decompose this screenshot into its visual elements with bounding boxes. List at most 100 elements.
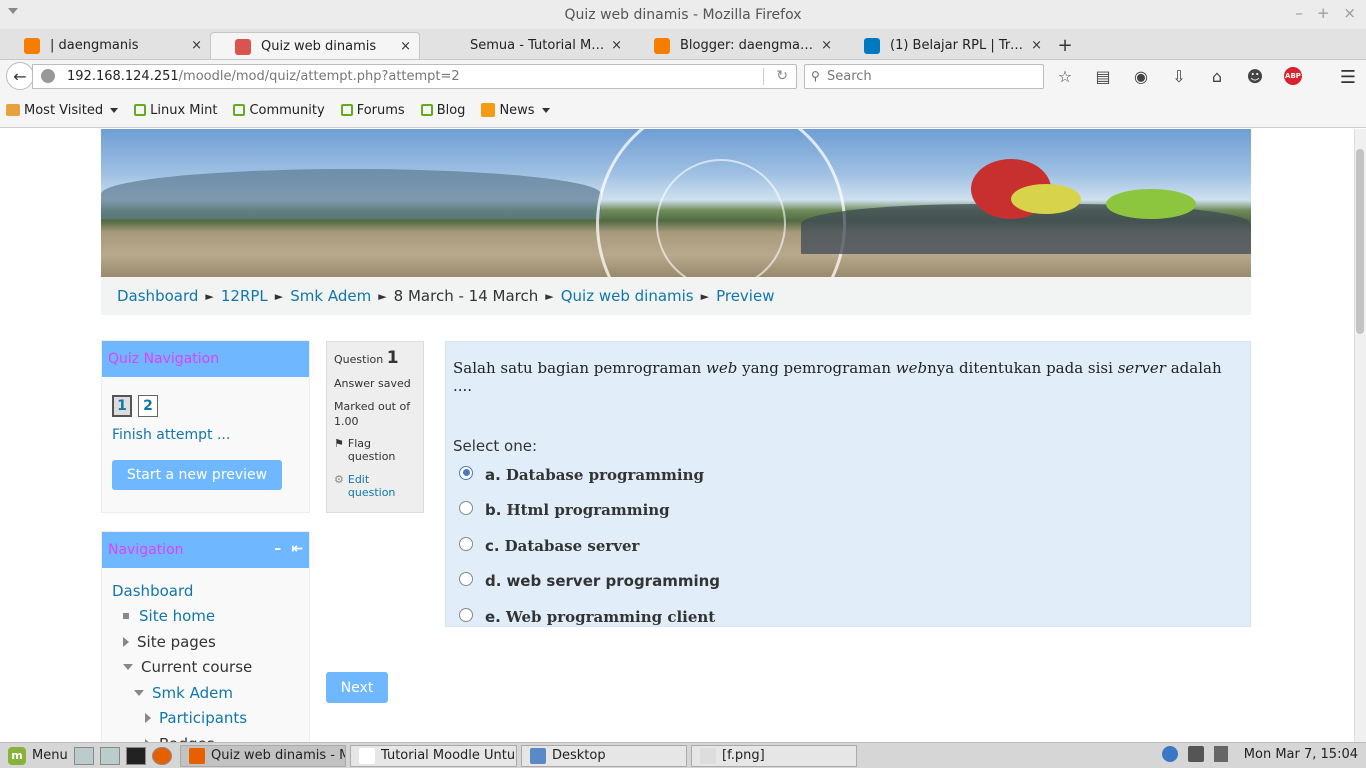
- back-button[interactable]: ←: [6, 62, 34, 90]
- maximize-button[interactable]: +: [1317, 4, 1330, 22]
- window-menu-icon[interactable]: [8, 8, 18, 14]
- answer-option[interactable]: b. Html programming: [453, 493, 1243, 529]
- dock-block-icon[interactable]: ⇤: [291, 541, 303, 557]
- minimize-button[interactable]: –: [1295, 4, 1303, 22]
- answer-radio[interactable]: [459, 572, 473, 587]
- edit-question-link[interactable]: ⚙ Edit question: [334, 473, 416, 499]
- bookmark-star-icon[interactable]: ☆: [1055, 66, 1075, 86]
- bookmark-community[interactable]: Community: [233, 103, 325, 118]
- search-input[interactable]: ⚲ Search: [804, 64, 1044, 89]
- answer-option[interactable]: d. web server programming: [453, 564, 1243, 600]
- flag-question-link[interactable]: ⚑ Flag question: [334, 437, 416, 463]
- breadcrumb-separator: ►: [378, 289, 387, 303]
- volume-icon[interactable]: [1187, 746, 1204, 762]
- taskbar-task[interactable]: Quiz web dinamis - M...: [180, 744, 346, 767]
- close-tab-icon[interactable]: ×: [611, 38, 622, 53]
- answer-option[interactable]: e. Web programming client: [453, 599, 1243, 635]
- close-tab-icon[interactable]: ×: [191, 38, 202, 53]
- breadcrumb-item[interactable]: Preview: [716, 287, 774, 305]
- question-nav-button[interactable]: 2: [138, 395, 158, 417]
- start-menu-button[interactable]: m Menu: [0, 746, 68, 765]
- answer-radio[interactable]: [459, 607, 473, 622]
- reading-list-icon[interactable]: ▤: [1093, 66, 1113, 86]
- network-icon[interactable]: [1213, 746, 1228, 762]
- collapse-icon[interactable]: [123, 664, 133, 671]
- bookmark-linux-mint[interactable]: Linux Mint: [134, 103, 217, 118]
- nav-item-site-pages[interactable]: Site pages: [112, 629, 309, 655]
- answer-letter: a.: [485, 465, 501, 484]
- answer-letter: e.: [485, 607, 501, 626]
- show-desktop-icon[interactable]: [74, 746, 94, 765]
- nav-item-current-course[interactable]: Current course: [112, 655, 309, 681]
- page-content: Dashboard ► 12RPL ► Smk Adem ► 8 March - 14 Ma…: [0, 129, 1354, 742]
- url-bar[interactable]: 192.168.124.251/moodle/mod/quiz/attempt.…: [32, 64, 797, 89]
- expand-icon[interactable]: [123, 636, 129, 647]
- tab-5[interactable]: (1) Belajar RPL | Trello ×: [840, 32, 1050, 59]
- nav-item-label[interactable]: Participants: [159, 709, 247, 727]
- answer-option[interactable]: c. Database server: [453, 528, 1243, 564]
- linux-mint-icon: m: [8, 746, 26, 765]
- finish-attempt-link[interactable]: Finish attempt ...: [112, 427, 309, 443]
- terminal-icon[interactable]: [126, 746, 146, 765]
- scrollbar-thumb[interactable]: [1356, 149, 1364, 334]
- navigation-header: Navigation – ⇤: [102, 532, 309, 568]
- firefox-launcher-icon[interactable]: [152, 746, 172, 765]
- nav-item-label[interactable]: Dashboard: [112, 582, 193, 600]
- breadcrumb-item[interactable]: Quiz web dinamis: [561, 287, 694, 305]
- taskbar-task[interactable]: Desktop: [521, 744, 687, 767]
- adblock-icon[interactable]: ABP: [1283, 66, 1303, 86]
- site-info-icon[interactable]: [41, 69, 55, 83]
- collapse-icon[interactable]: [134, 689, 144, 696]
- bookmarks-toolbar: Most Visited Linux Mint Community Forums Blo…: [0, 93, 1366, 128]
- nav-item-label[interactable]: Smk Adem: [152, 684, 233, 702]
- expand-icon[interactable]: [145, 713, 151, 724]
- menu-hamburger-icon[interactable]: ☰: [1340, 67, 1356, 88]
- close-tab-icon[interactable]: ×: [400, 39, 411, 54]
- tab-1[interactable]: | daengmanis ×: [0, 32, 210, 59]
- tab-favicon-icon: [444, 38, 460, 54]
- question-nav-button[interactable]: 1: [112, 395, 132, 417]
- reload-icon[interactable]: ↻: [776, 68, 788, 84]
- close-tab-icon[interactable]: ×: [1031, 38, 1042, 53]
- answer-option[interactable]: a. Database programming: [453, 457, 1243, 493]
- taskbar-task[interactable]: Tutorial Moodle Untu...: [350, 744, 517, 767]
- answer-radio[interactable]: [459, 465, 473, 480]
- nav-item-badges[interactable]: Badges: [112, 731, 309, 742]
- answer-radio[interactable]: [459, 501, 473, 516]
- nav-item-smk-adem[interactable]: Smk Adem: [112, 680, 309, 706]
- bookmark-blog[interactable]: Blog: [420, 103, 465, 118]
- close-window-button[interactable]: ×: [1343, 4, 1356, 22]
- update-shield-icon[interactable]: [1161, 746, 1178, 762]
- taskbar-task[interactable]: [f.png]: [691, 744, 857, 767]
- collapse-block-icon[interactable]: –: [274, 541, 281, 557]
- breadcrumb-item[interactable]: Dashboard: [117, 287, 198, 305]
- nav-item-participants[interactable]: Participants: [112, 706, 309, 732]
- clock[interactable]: Mon Mar 7, 15:04: [1244, 747, 1358, 762]
- home-icon[interactable]: ⌂: [1207, 66, 1227, 86]
- tab-2[interactable]: Quiz web dinamis ×: [210, 32, 420, 59]
- nav-item-site-home[interactable]: Site home: [112, 604, 309, 630]
- breadcrumb-item[interactable]: 12RPL: [221, 287, 268, 305]
- bookmark-forums[interactable]: Forums: [340, 103, 405, 118]
- pocket-icon[interactable]: ◉: [1131, 66, 1151, 86]
- start-new-preview-button[interactable]: Start a new preview: [112, 460, 282, 490]
- answer-radio[interactable]: [459, 536, 473, 551]
- tab-4[interactable]: Blogger: daengmanis - E...×: [630, 32, 840, 59]
- download-icon[interactable]: ⇩: [1169, 66, 1189, 86]
- file-manager-icon[interactable]: [100, 746, 120, 765]
- chat-icon[interactable]: ☻: [1245, 66, 1265, 86]
- bookmark-most-visited[interactable]: Most Visited: [6, 103, 119, 118]
- tab-3[interactable]: Semua - Tutorial Moodle Unt...×: [420, 32, 630, 59]
- breadcrumb-separator: ►: [205, 289, 214, 303]
- bookmark-news[interactable]: News: [481, 103, 550, 118]
- nav-item-dashboard[interactable]: Dashboard: [112, 578, 309, 604]
- window-title: Quiz web dinamis - Mozilla Firefox: [564, 6, 802, 23]
- back-arrow-icon: ←: [13, 66, 27, 86]
- close-tab-icon[interactable]: ×: [821, 38, 832, 53]
- next-button[interactable]: Next: [326, 672, 388, 703]
- new-tab-button[interactable]: +: [1050, 32, 1080, 59]
- system-taskbar: m Menu Quiz web dinamis - M... Tutorial M…: [0, 742, 1366, 768]
- nav-item-label[interactable]: Site home: [139, 607, 215, 625]
- question-number-value: 1: [386, 348, 399, 368]
- breadcrumb-item[interactable]: Smk Adem: [290, 287, 371, 305]
